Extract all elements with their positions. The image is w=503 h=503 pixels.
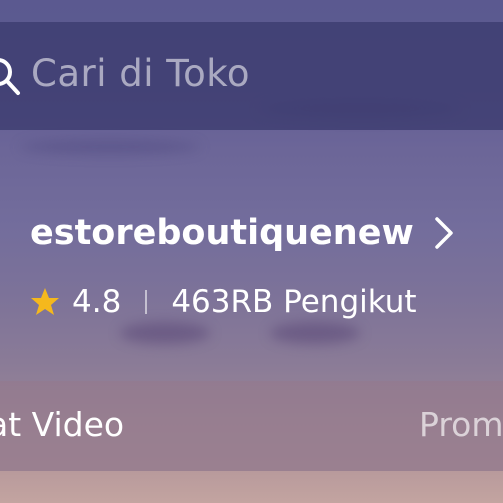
- shop-stats: 4.8 463RB Pengikut: [30, 280, 417, 324]
- shop-profile-link[interactable]: estoreboutiquenew: [30, 208, 454, 258]
- stats-divider: [145, 290, 148, 314]
- tab-video[interactable]: at Video: [0, 405, 124, 444]
- shop-tab-bar: at Video Prom: [0, 381, 503, 471]
- shop-name: estoreboutiquenew: [30, 213, 414, 253]
- backdrop-cloud: [120, 322, 210, 344]
- content-backdrop: [0, 471, 503, 503]
- tab-promo[interactable]: Prom: [419, 405, 503, 444]
- backdrop-cloud: [20, 140, 200, 154]
- search-icon[interactable]: [0, 56, 22, 96]
- search-input[interactable]: Cari di Toko: [31, 52, 250, 95]
- header-backdrop: [0, 0, 503, 22]
- search-bar[interactable]: Cari di Toko: [0, 22, 503, 130]
- star-icon: [31, 288, 59, 315]
- chevron-right-icon[interactable]: [434, 216, 454, 250]
- shop-followers: 463RB Pengikut: [171, 284, 417, 320]
- backdrop-cloud: [270, 322, 360, 344]
- shop-rating: 4.8: [72, 284, 122, 320]
